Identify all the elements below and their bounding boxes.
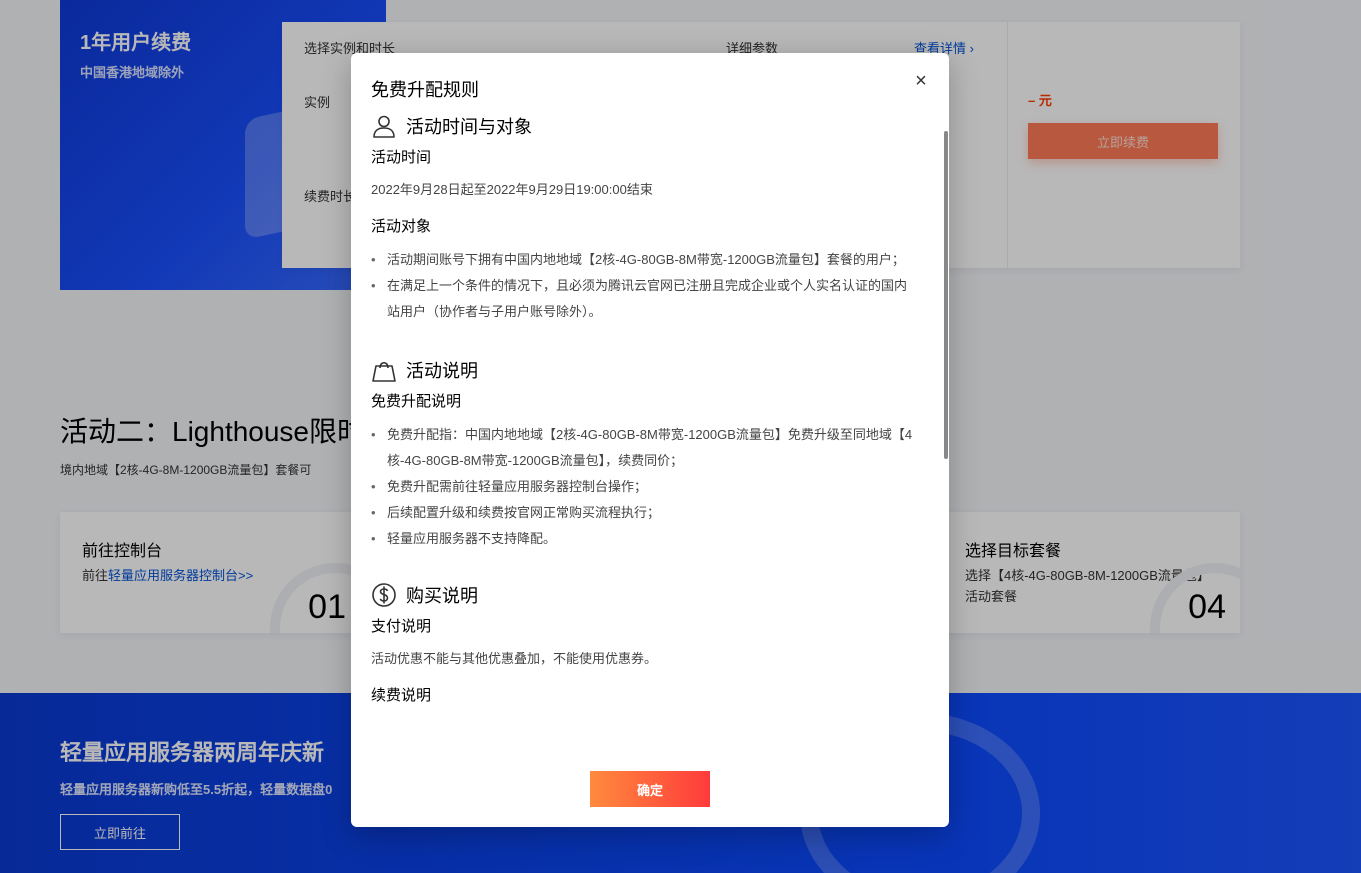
list-item: 活动期间账号下拥有中国内地地域【2核-4G-80GB-8M带宽-1200GB流量… xyxy=(371,247,919,273)
modal-scrollbar-thumb[interactable] xyxy=(944,131,948,459)
section-time-target: 活动时间与对象 活动时间 2022年9月28日起至2022年9月29日19:00… xyxy=(371,111,919,325)
list-item: 轻量应用服务器不支持降配。 xyxy=(371,526,919,552)
section-description: 活动说明 免费升配说明 免费升配指：中国内地地域【2核-4G-80GB-8M带宽… xyxy=(371,355,919,552)
payment-text: 活动优惠不能与其他优惠叠加，不能使用优惠券。 xyxy=(371,651,658,666)
modal-scroll-area[interactable]: 活动时间与对象 活动时间 2022年9月28日起至2022年9月29日19:00… xyxy=(351,111,949,751)
shopping-bag-icon xyxy=(372,361,396,382)
upgrade-rules-modal: 免费升配规则 × 活动时间与对象 活动时间 2022年9月28日起至2022年9… xyxy=(351,53,949,827)
modal-title: 免费升配规则 xyxy=(371,80,479,100)
section-heading-text: 活动时间与对象 xyxy=(406,117,532,137)
confirm-button[interactable]: 确定 xyxy=(590,771,710,807)
section-heading-text: 购买说明 xyxy=(406,586,478,606)
payment-title: 支付说明 xyxy=(371,618,432,635)
list-item: 在满足上一个条件的情况下，且必须为腾讯云官网已注册且完成企业或个人实名认证的国内… xyxy=(371,273,919,325)
user-icon xyxy=(373,115,395,138)
section-heading: 活动时间与对象 xyxy=(371,111,919,141)
list-item: 免费升配指：中国内地地域【2核-4G-80GB-8M带宽-1200GB流量包】免… xyxy=(371,422,919,474)
free-upgrade-title: 免费升配说明 xyxy=(371,393,462,410)
dollar-coin-icon xyxy=(372,583,396,607)
close-icon[interactable]: × xyxy=(912,71,930,91)
upgrade-list: 免费升配指：中国内地地域【2核-4G-80GB-8M带宽-1200GB流量包】免… xyxy=(371,422,919,552)
target-list: 活动期间账号下拥有中国内地地域【2核-4G-80GB-8M带宽-1200GB流量… xyxy=(371,247,919,325)
modal-content: 活动时间与对象 活动时间 2022年9月28日起至2022年9月29日19:00… xyxy=(371,111,919,707)
section-purchase: 购买说明 支付说明 活动优惠不能与其他优惠叠加，不能使用优惠券。 续费说明 xyxy=(371,580,919,707)
renew-info-title: 续费说明 xyxy=(371,687,432,704)
section-heading: 活动说明 xyxy=(371,355,919,385)
list-item: 后续配置升级和续费按官网正常购买流程执行； xyxy=(371,500,919,526)
section-heading-text: 活动说明 xyxy=(406,361,478,381)
section-heading: 购买说明 xyxy=(371,580,919,610)
activity-time-text: 2022年9月28日起至2022年9月29日19:00:00结束 xyxy=(371,182,653,197)
activity-target-title: 活动对象 xyxy=(371,218,432,235)
activity-time-title: 活动时间 xyxy=(371,149,432,166)
list-item: 免费升配需前往轻量应用服务器控制台操作； xyxy=(371,474,919,500)
